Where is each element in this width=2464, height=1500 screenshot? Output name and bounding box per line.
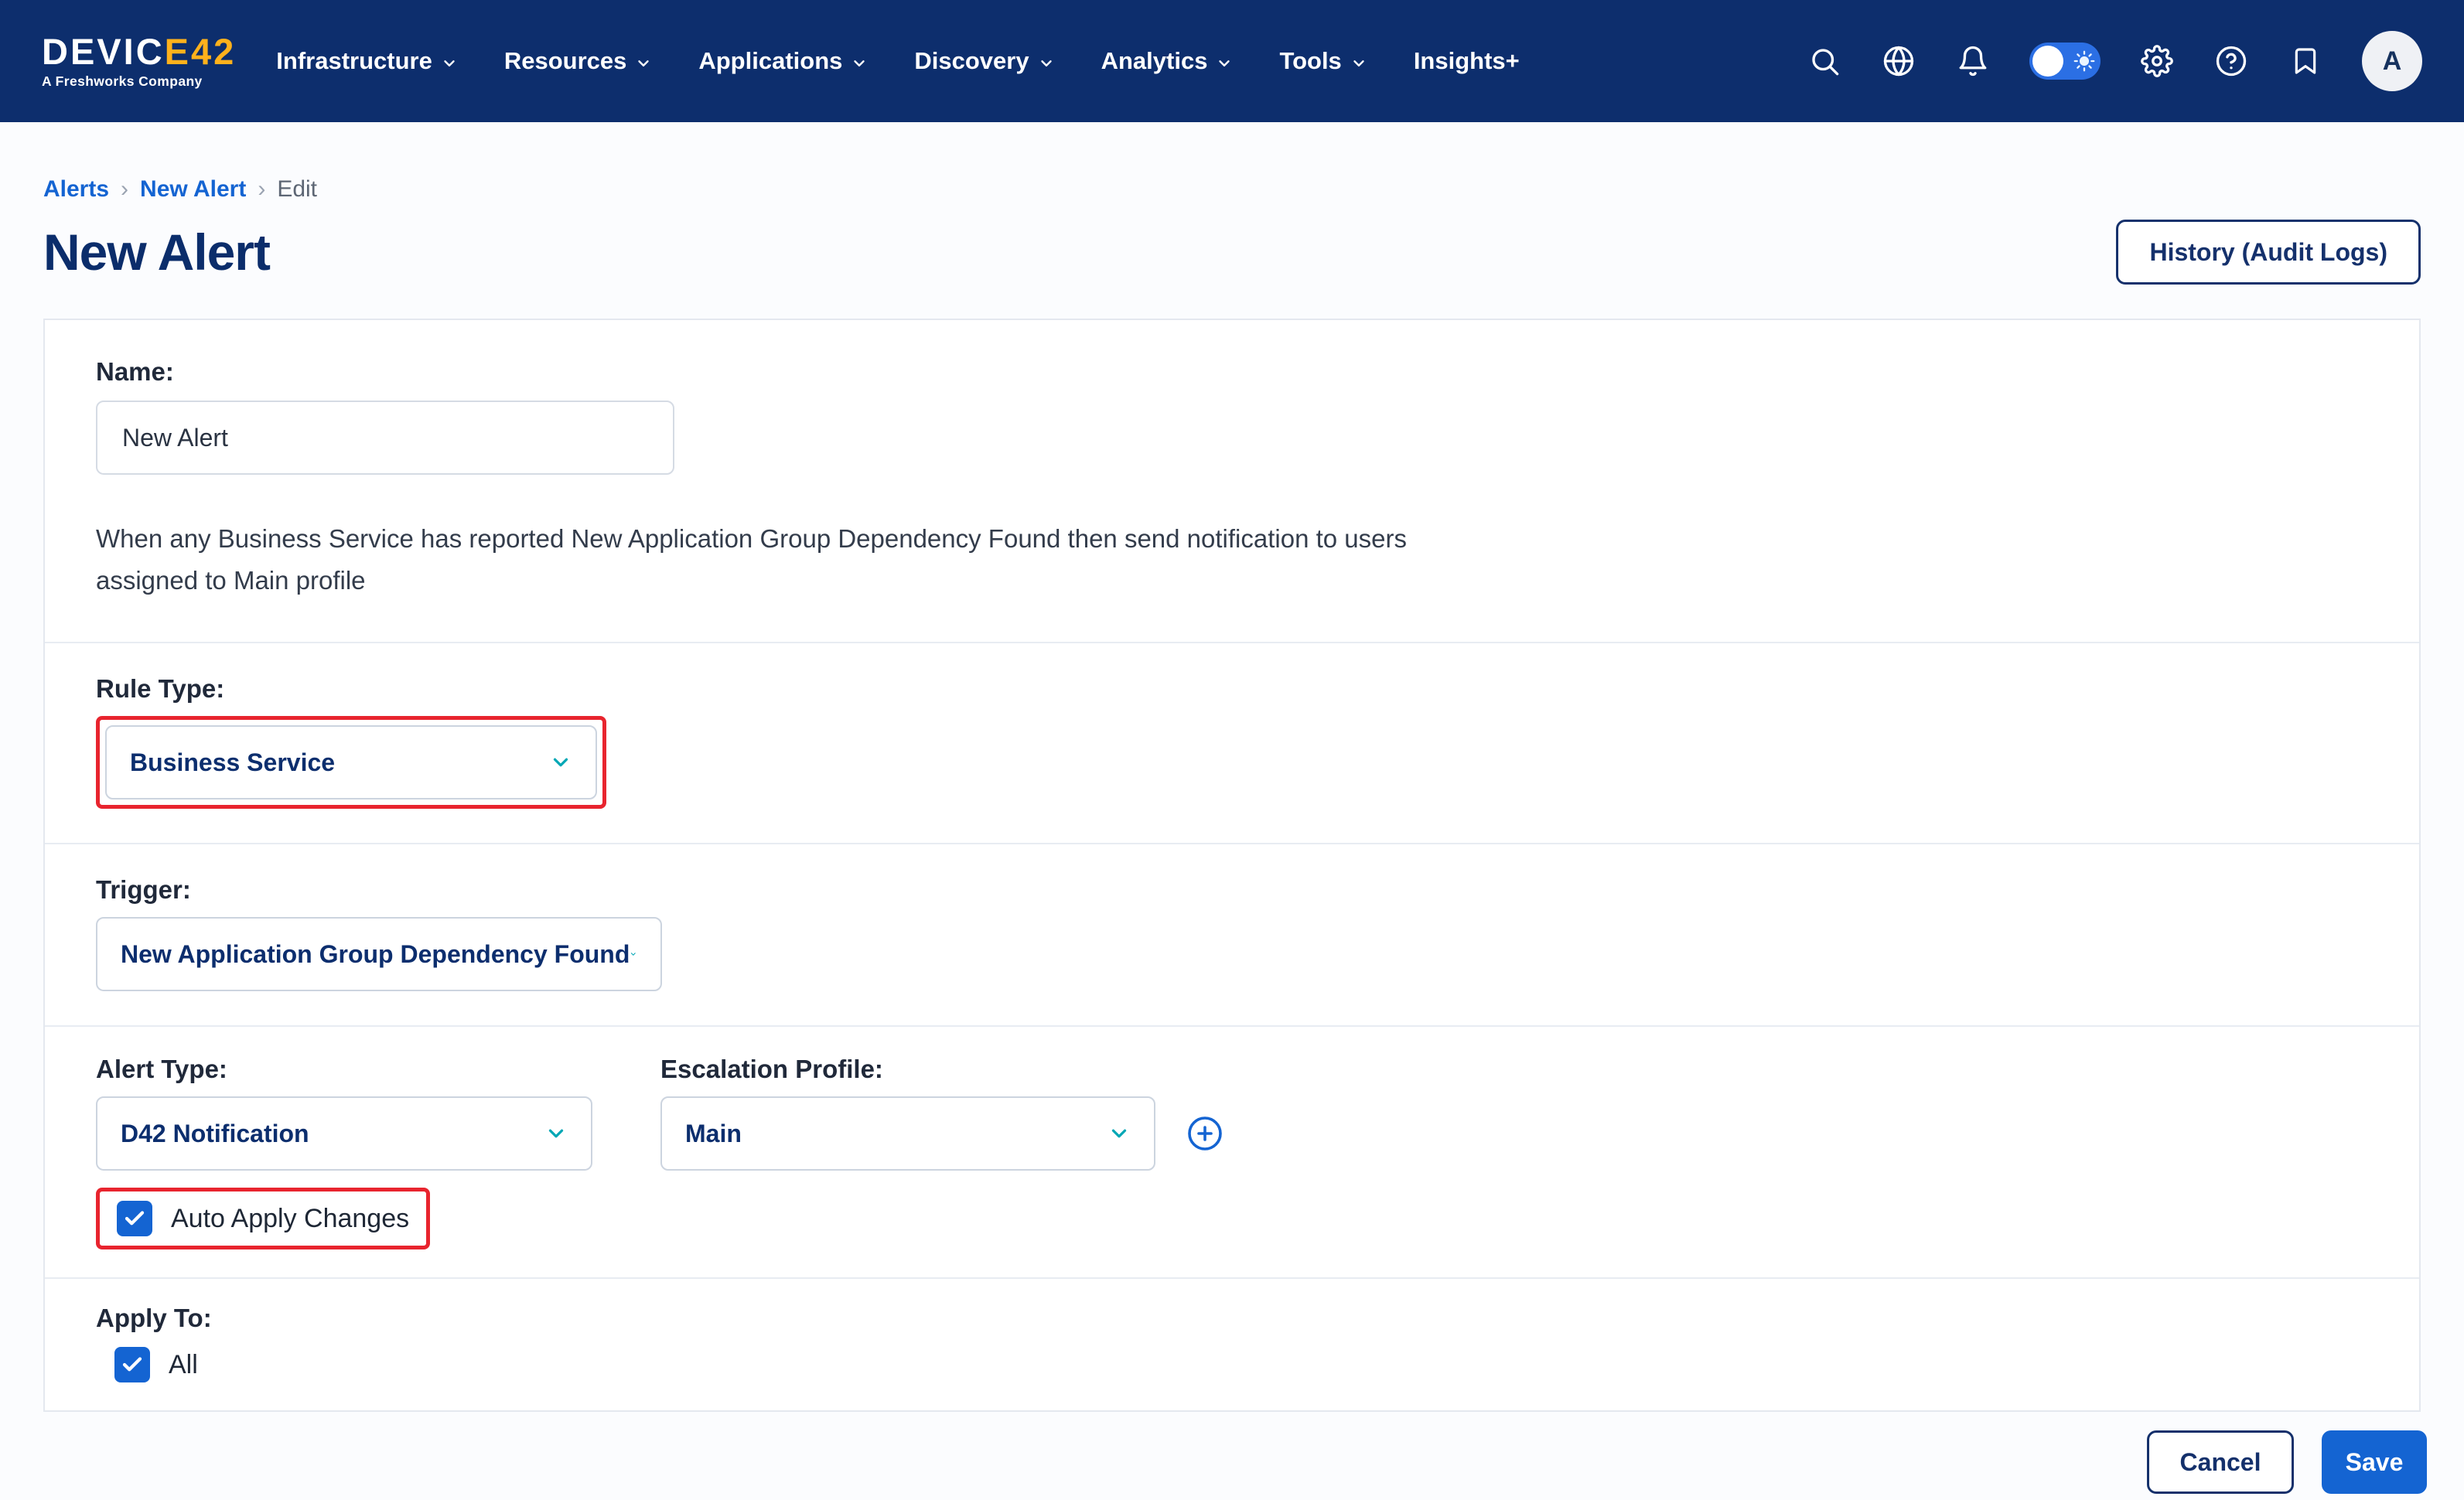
apply-to-all-checkbox-row[interactable]: All <box>114 1347 2368 1382</box>
main-nav: Infrastructure Resources Applications Di… <box>276 47 1519 75</box>
chevron-down-icon <box>635 55 652 72</box>
chevron-down-icon <box>544 1122 568 1145</box>
breadcrumb-alerts-link[interactable]: Alerts <box>43 176 109 203</box>
cancel-button[interactable]: Cancel <box>2147 1430 2294 1494</box>
nav-label: Discovery <box>914 47 1029 75</box>
nav-label: Insights+ <box>1414 47 1520 75</box>
name-section: Name: When any Business Service has repo… <box>45 320 2419 642</box>
escalation-profile-row: Main <box>660 1096 1223 1171</box>
logo-text-white: DEVIC <box>42 31 165 72</box>
nav-infrastructure[interactable]: Infrastructure <box>276 47 458 75</box>
trigger-label: Trigger: <box>96 875 2368 905</box>
logo-wordmark: DEVICE42 <box>42 33 236 70</box>
bookmark-icon[interactable] <box>2288 43 2323 79</box>
top-navigation-bar: DEVICE42 A Freshworks Company Infrastruc… <box>0 0 2464 122</box>
avatar-initial: A <box>2383 46 2402 77</box>
nav-applications[interactable]: Applications <box>698 47 868 75</box>
trigger-select[interactable]: New Application Group Dependency Found <box>96 917 662 991</box>
nav-label: Tools <box>1279 47 1341 75</box>
history-audit-logs-button[interactable]: History (Audit Logs) <box>2116 220 2421 285</box>
device42-logo[interactable]: DEVICE42 A Freshworks Company <box>42 33 236 89</box>
save-button[interactable]: Save <box>2322 1430 2427 1494</box>
annotation-box-auto-apply: Auto Apply Changes <box>96 1188 430 1249</box>
escalation-profile-value: Main <box>685 1120 742 1148</box>
alert-type-escalation-row: Alert Type: D42 Notification Escalation … <box>96 1055 2368 1171</box>
chevron-down-icon <box>1216 55 1233 72</box>
alert-type-value: D42 Notification <box>121 1120 309 1148</box>
nav-discovery[interactable]: Discovery <box>914 47 1054 75</box>
user-avatar[interactable]: A <box>2362 31 2422 91</box>
rule-type-value: Business Service <box>130 748 335 777</box>
rule-type-section: Rule Type: Business Service <box>45 643 2419 843</box>
trigger-value: New Application Group Dependency Found <box>121 940 630 969</box>
auto-apply-label: Auto Apply Changes <box>171 1204 409 1234</box>
auto-apply-changes-checkbox-row[interactable]: Auto Apply Changes <box>117 1201 409 1236</box>
chevron-down-icon <box>441 55 458 72</box>
alert-form-card: Name: When any Business Service has repo… <box>43 319 2421 1412</box>
annotation-box-rule-type: Business Service <box>96 716 606 809</box>
alert-type-select[interactable]: D42 Notification <box>96 1096 592 1171</box>
nav-label: Analytics <box>1101 47 1208 75</box>
search-icon[interactable] <box>1807 43 1842 79</box>
logo-text-e: E <box>165 31 191 72</box>
alert-type-label: Alert Type: <box>96 1055 592 1084</box>
help-icon[interactable] <box>2213 43 2249 79</box>
apply-to-label: Apply To: <box>96 1304 2368 1333</box>
form-actions: Cancel Save <box>0 1412 2464 1494</box>
check-icon <box>123 1207 146 1230</box>
gear-icon[interactable] <box>2139 43 2175 79</box>
auto-apply-checkbox[interactable] <box>117 1201 152 1236</box>
sun-icon <box>2073 50 2095 72</box>
alert-type-section: Alert Type: D42 Notification Escalation … <box>45 1027 2419 1277</box>
header-actions: A <box>1807 31 2422 91</box>
breadcrumb-current: Edit <box>277 176 317 203</box>
page-header: New Alert History (Audit Logs) <box>0 220 2464 285</box>
apply-to-all-checkbox[interactable] <box>114 1347 150 1382</box>
nav-insights-plus[interactable]: Insights+ <box>1414 47 1520 75</box>
logo-text-42: 42 <box>191 31 236 72</box>
nav-label: Infrastructure <box>276 47 432 75</box>
globe-icon[interactable] <box>1881 43 1916 79</box>
rule-type-select[interactable]: Business Service <box>105 725 597 799</box>
nav-label: Applications <box>698 47 842 75</box>
add-escalation-profile-button[interactable] <box>1186 1115 1223 1152</box>
breadcrumb-separator: › <box>121 176 128 203</box>
escalation-profile-label: Escalation Profile: <box>660 1055 1223 1084</box>
chevron-down-icon <box>630 943 637 966</box>
chevron-down-icon <box>1350 55 1367 72</box>
check-icon <box>121 1353 144 1376</box>
toggle-knob <box>2032 46 2063 77</box>
chevron-down-icon <box>851 55 868 72</box>
apply-to-all-label: All <box>169 1350 198 1380</box>
alert-type-column: Alert Type: D42 Notification <box>96 1055 592 1171</box>
theme-toggle[interactable] <box>2029 43 2101 80</box>
notifications-bell-icon[interactable] <box>1955 43 1991 79</box>
page-title: New Alert <box>43 223 270 281</box>
escalation-profile-column: Escalation Profile: Main <box>660 1055 1223 1171</box>
breadcrumb-new-alert-link[interactable]: New Alert <box>140 176 246 203</box>
chevron-down-icon <box>549 751 572 774</box>
nav-tools[interactable]: Tools <box>1279 47 1367 75</box>
nav-label: Resources <box>504 47 627 75</box>
nav-analytics[interactable]: Analytics <box>1101 47 1234 75</box>
chevron-down-icon <box>1107 1122 1131 1145</box>
trigger-section: Trigger: New Application Group Dependenc… <box>45 844 2419 1025</box>
breadcrumb: Alerts › New Alert › Edit <box>0 122 2464 203</box>
breadcrumb-separator: › <box>258 176 265 203</box>
apply-to-section: Apply To: All <box>45 1279 2419 1410</box>
escalation-profile-select[interactable]: Main <box>660 1096 1155 1171</box>
plus-circle-icon <box>1186 1115 1223 1152</box>
logo-tagline: A Freshworks Company <box>42 75 236 89</box>
chevron-down-icon <box>1038 55 1055 72</box>
name-input[interactable] <box>96 401 674 475</box>
rule-type-label: Rule Type: <box>96 674 2368 704</box>
nav-resources[interactable]: Resources <box>504 47 653 75</box>
name-label: Name: <box>96 357 2368 387</box>
alert-summary-text: When any Business Service has reported N… <box>96 518 1434 602</box>
